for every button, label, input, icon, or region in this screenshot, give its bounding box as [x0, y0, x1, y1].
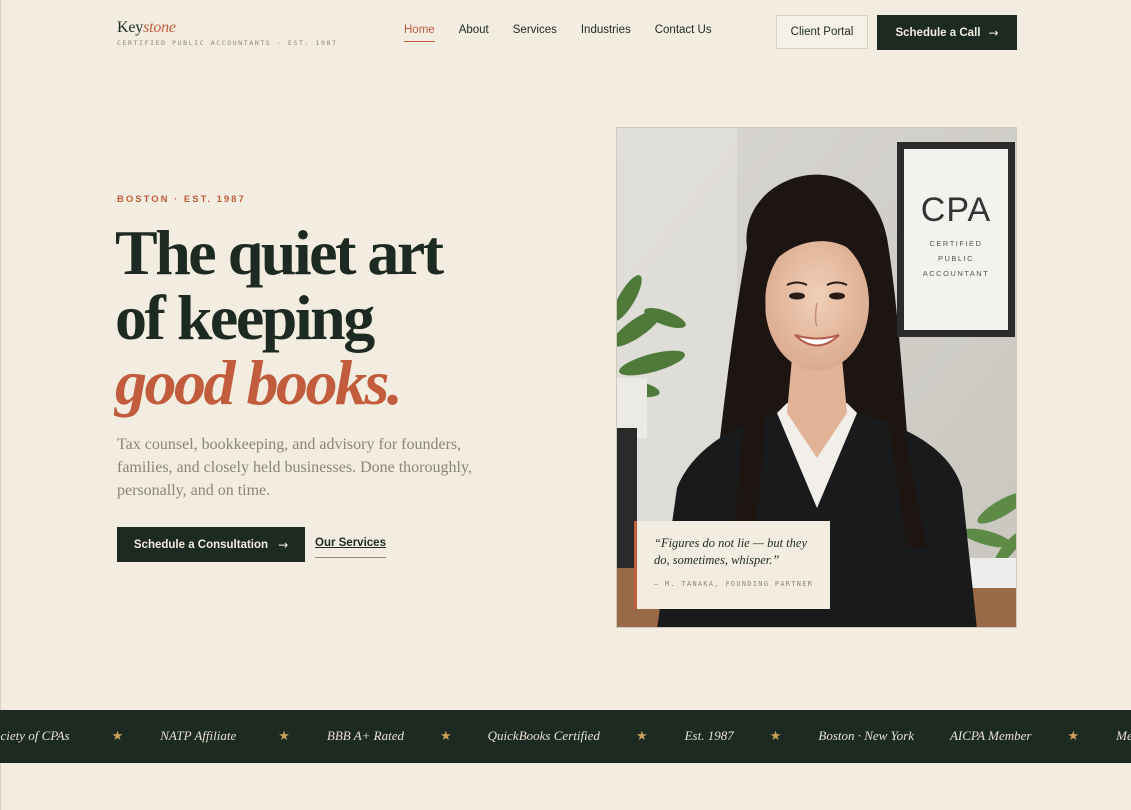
brand-name-accent: stone — [143, 19, 176, 36]
arrow-right-icon: → — [278, 537, 289, 552]
marquee-item: NATP Affiliate — [160, 728, 237, 743]
credentials-marquee: ociety of CPAs ★ NATP Affiliate ★ BBB A+… — [0, 710, 1131, 763]
quote-text: “Figures do not lie — but they do, somet… — [654, 536, 807, 567]
marquee-item: ociety of CPAs — [0, 728, 70, 743]
cpa-sign-line-1: CERTIFIED — [929, 239, 983, 248]
marquee-track: ociety of CPAs ★ NATP Affiliate ★ BBB A+… — [0, 728, 1131, 744]
marquee-item: AICPA Member — [949, 728, 1032, 743]
headline-italic: good books. — [115, 347, 403, 418]
hero-lede: Tax counsel, bookkeeping, and advisory f… — [117, 436, 472, 499]
star-icon: ★ — [769, 728, 782, 744]
marquee-item: Boston · New York — [818, 728, 914, 743]
cpa-sign: CPA CERTIFIED PUBLIC ACCOUNTANT — [897, 142, 1015, 337]
star-icon: ★ — [278, 728, 290, 744]
headline-line-1: The quiet art — [115, 217, 444, 288]
arrow-right-icon: → — [988, 25, 999, 40]
quote-card: “Figures do not lie — but they do, somet… — [634, 521, 830, 609]
brand-name-plain: Key — [117, 19, 144, 36]
client-portal-button[interactable]: Client Portal — [776, 15, 868, 49]
marquee-item: Est. 1987 — [684, 728, 734, 743]
cpa-sign-line-3: ACCOUNTANT — [922, 269, 990, 278]
marquee-item: QuickBooks Certified — [487, 728, 600, 743]
hero-headline: The quiet art of keeping good books. — [115, 217, 444, 418]
nav-item-industries[interactable]: Industries — [581, 24, 631, 42]
main-nav: Home About Services Industries Contact U… — [404, 24, 736, 42]
nav-item-services[interactable]: Services — [513, 24, 557, 42]
nav-item-contact[interactable]: Contact Us — [655, 24, 712, 42]
star-icon: ★ — [1067, 728, 1080, 744]
nav-item-about[interactable]: About — [459, 24, 489, 42]
schedule-consultation-label: Schedule a Consultation — [133, 538, 269, 551]
marquee-item: BBB A+ Rated — [326, 728, 404, 743]
our-services-link[interactable]: Our Services — [315, 537, 386, 558]
star-icon: ★ — [635, 728, 648, 744]
headline-line-2: of keeping — [115, 282, 375, 353]
schedule-call-button[interactable]: Schedule a Call → — [877, 15, 1017, 50]
nav-item-home[interactable]: Home — [404, 24, 435, 42]
star-icon: ★ — [111, 728, 124, 744]
brand-name: Keystone — [117, 19, 338, 37]
page-edge — [0, 0, 1, 810]
quote-attribution: — M. TANAKA, FOUNDING PARTNER — [654, 580, 814, 588]
schedule-call-label: Schedule a Call — [895, 26, 981, 39]
marquee-item: Me — [1116, 728, 1131, 743]
star-icon: ★ — [440, 728, 452, 744]
hero-eyebrow: BOSTON · EST. 1987 — [117, 194, 246, 205]
brand-logo[interactable]: Keystone CERTIFIED PUBLIC ACCOUNTANTS · … — [117, 19, 338, 47]
brand-tagline: CERTIFIED PUBLIC ACCOUNTANTS · EST. 1987 — [117, 39, 338, 47]
cpa-sign-title: CPA — [920, 191, 992, 229]
cpa-sign-subtitle: CERTIFIED PUBLIC ACCOUNTANT — [904, 236, 1008, 281]
schedule-consultation-button[interactable]: Schedule a Consultation → — [117, 527, 305, 562]
cpa-sign-line-2: PUBLIC — [937, 254, 975, 263]
